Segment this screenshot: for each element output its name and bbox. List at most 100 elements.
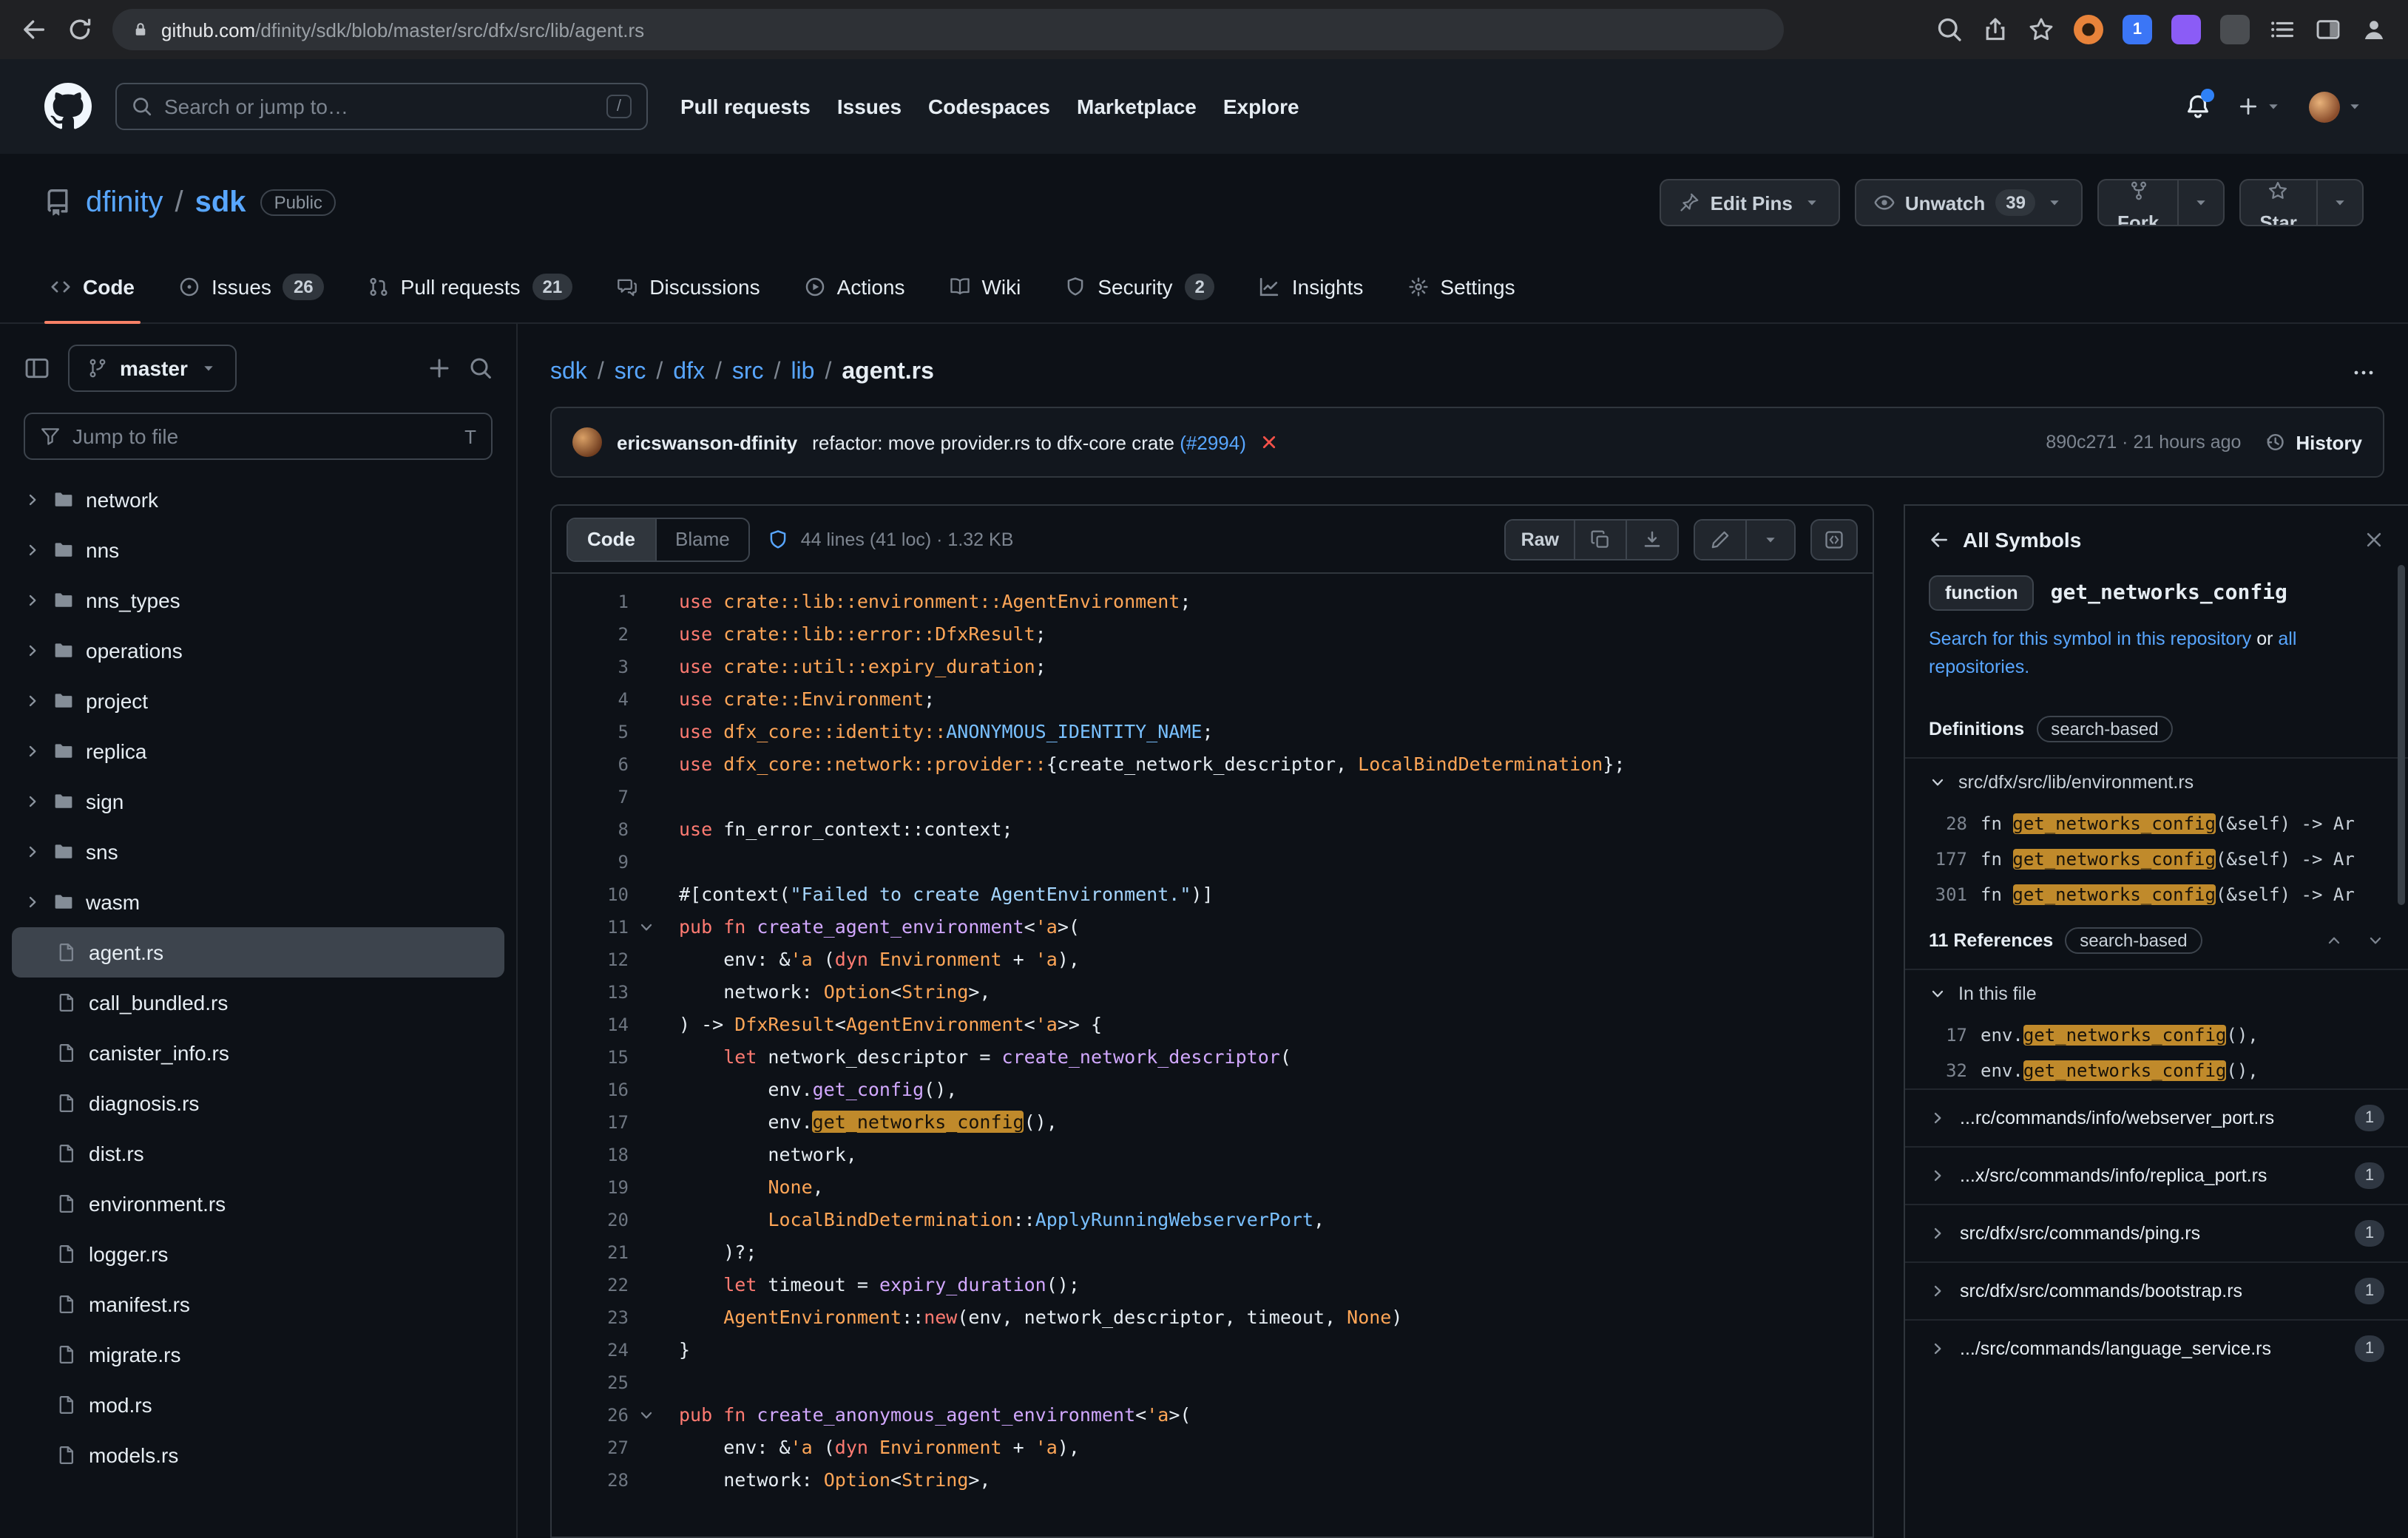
new-file-plus-icon[interactable] [427, 356, 451, 380]
fork-dropdown-button[interactable] [2177, 179, 2224, 226]
line-number[interactable]: 23 [552, 1301, 629, 1334]
tree-file-dist-rs[interactable]: dist.rs [12, 1128, 504, 1179]
nav-marketplace[interactable]: Marketplace [1077, 95, 1197, 118]
line-number[interactable]: 7 [552, 781, 629, 813]
definitions-file-group[interactable]: src/dfx/src/lib/environment.rs [1905, 757, 2408, 806]
tree-file-mod-rs[interactable]: mod.rs [12, 1380, 504, 1430]
reference-row[interactable]: 17env.get_networks_config(), [1905, 1017, 2408, 1053]
tab-pull-requests[interactable]: Pull requests21 [351, 251, 591, 322]
line-number[interactable]: 25 [552, 1366, 629, 1399]
line-number[interactable]: 18 [552, 1139, 629, 1171]
commit-message[interactable]: refactor: move provider.rs to dfx-core c… [812, 431, 1246, 453]
jump-to-file-input[interactable] [72, 424, 453, 448]
tree-folder-sign[interactable]: sign [12, 776, 504, 827]
file-reference-row[interactable]: .../src/commands/language_service.rs1 [1905, 1319, 2408, 1377]
line-number[interactable]: 13 [552, 976, 629, 1009]
line-number[interactable]: 11 [552, 911, 629, 944]
github-logo-icon[interactable] [44, 83, 92, 130]
history-button[interactable]: History [2265, 431, 2362, 453]
reading-list-icon[interactable] [2269, 16, 2296, 43]
breadcrumb-link-dfx[interactable]: dfx [673, 359, 705, 384]
tab-issues[interactable]: Issues26 [161, 251, 342, 322]
symbols-panel-toggle[interactable] [1810, 518, 1858, 560]
chevron-up-icon[interactable] [2325, 932, 2343, 949]
line-number[interactable]: 9 [552, 846, 629, 878]
status-failed-x-icon[interactable] [1261, 433, 1279, 451]
edit-dropdown-button[interactable] [1745, 520, 1794, 558]
jump-to-file[interactable]: T [24, 413, 493, 460]
extensions-puzzle-icon[interactable] [2220, 15, 2250, 44]
extension-icon-blue[interactable]: 1 [2123, 15, 2152, 44]
file-reference-row[interactable]: ...x/src/commands/info/replica_port.rs1 [1905, 1146, 2408, 1204]
line-number[interactable]: 24 [552, 1334, 629, 1366]
tree-folder-project[interactable]: project [12, 676, 504, 726]
all-symbols-label[interactable]: All Symbols [1963, 528, 2081, 552]
definition-row[interactable]: 301fn get_networks_config(&self) -> Ar [1905, 877, 2408, 912]
tree-folder-wasm[interactable]: wasm [12, 877, 504, 927]
notifications-bell-icon[interactable] [2185, 93, 2211, 120]
branch-selector[interactable]: master [68, 345, 237, 392]
line-number[interactable]: 27 [552, 1432, 629, 1464]
tree-file-migrate-rs[interactable]: migrate.rs [12, 1329, 504, 1380]
close-icon[interactable] [2364, 529, 2384, 550]
fork-button[interactable]: Fork 47 [2098, 179, 2178, 226]
commit-author[interactable]: ericswanson-dfinity [617, 431, 797, 453]
line-number[interactable]: 19 [552, 1171, 629, 1204]
tree-folder-sns[interactable]: sns [12, 827, 504, 877]
breadcrumb-link-lib[interactable]: lib [791, 359, 814, 384]
search-in-repository-link[interactable]: Search for this symbol in this repositor… [1929, 629, 2251, 649]
share-icon[interactable] [1982, 16, 2009, 43]
commit-author-avatar[interactable] [572, 427, 602, 457]
tab-code[interactable]: Code [33, 251, 152, 322]
profile-icon[interactable] [2361, 16, 2387, 43]
kebab-menu-icon[interactable] [2352, 361, 2375, 384]
line-number[interactable]: 20 [552, 1204, 629, 1236]
line-number[interactable]: 3 [552, 651, 629, 683]
tab-insights[interactable]: Insights [1242, 251, 1381, 322]
global-search[interactable]: / [115, 83, 648, 130]
commit-sha-time[interactable]: 890c271 · 21 hours ago [2046, 432, 2241, 453]
edit-button[interactable] [1695, 520, 1745, 558]
tree-file-call-bundled-rs[interactable]: call_bundled.rs [12, 978, 504, 1028]
line-number[interactable]: 16 [552, 1074, 629, 1106]
fold-toggle[interactable] [629, 1399, 664, 1432]
nav-pull-requests[interactable]: Pull requests [680, 95, 811, 118]
line-number[interactable]: 15 [552, 1041, 629, 1074]
file-reference-row[interactable]: src/dfx/src/commands/bootstrap.rs1 [1905, 1261, 2408, 1319]
user-menu[interactable] [2309, 91, 2364, 122]
edit-pins-button[interactable]: Edit Pins [1660, 179, 1840, 226]
back-arrow-icon[interactable] [1929, 529, 1949, 550]
star-dropdown-button[interactable] [2316, 179, 2364, 226]
repo-name-link[interactable]: sdk [195, 186, 246, 220]
reference-row[interactable]: 32env.get_networks_config(), [1905, 1053, 2408, 1088]
line-number[interactable]: 17 [552, 1106, 629, 1139]
tab-discussions[interactable]: Discussions [599, 251, 777, 322]
line-number[interactable]: 1 [552, 586, 629, 618]
line-number[interactable]: 14 [552, 1009, 629, 1041]
tree-file-canister-info-rs[interactable]: canister_info.rs [12, 1028, 504, 1078]
tree-file-logger-rs[interactable]: logger.rs [12, 1229, 504, 1279]
collapse-panel-icon[interactable] [24, 355, 50, 382]
nav-explore[interactable]: Explore [1223, 95, 1299, 118]
search-input[interactable] [164, 95, 595, 118]
extension-icon-purple[interactable] [2171, 15, 2201, 44]
nav-issues[interactable]: Issues [837, 95, 902, 118]
line-number[interactable]: 4 [552, 683, 629, 716]
fold-toggle[interactable] [629, 911, 664, 944]
definition-row[interactable]: 177fn get_networks_config(&self) -> Ar [1905, 841, 2408, 877]
line-number[interactable]: 10 [552, 878, 629, 911]
tree-folder-nns-types[interactable]: nns_types [12, 575, 504, 626]
file-reference-row[interactable]: src/dfx/src/commands/ping.rs1 [1905, 1204, 2408, 1261]
tab-actions[interactable]: Actions [787, 251, 923, 322]
breadcrumb-link-src[interactable]: src [615, 359, 646, 384]
in-this-file-group[interactable]: In this file [1905, 969, 2408, 1017]
back-icon[interactable] [21, 16, 47, 43]
tree-file-agent-rs[interactable]: agent.rs [12, 927, 504, 978]
url-bar[interactable]: github.com/dfinity/sdk/blob/master/src/d… [112, 9, 1784, 50]
side-panel-icon[interactable] [2315, 16, 2341, 43]
create-new-button[interactable] [2238, 96, 2282, 117]
line-number[interactable]: 2 [552, 618, 629, 651]
copy-button[interactable] [1574, 520, 1626, 558]
tab-security[interactable]: Security2 [1047, 251, 1233, 322]
bookmark-star-icon[interactable] [2028, 16, 2054, 43]
